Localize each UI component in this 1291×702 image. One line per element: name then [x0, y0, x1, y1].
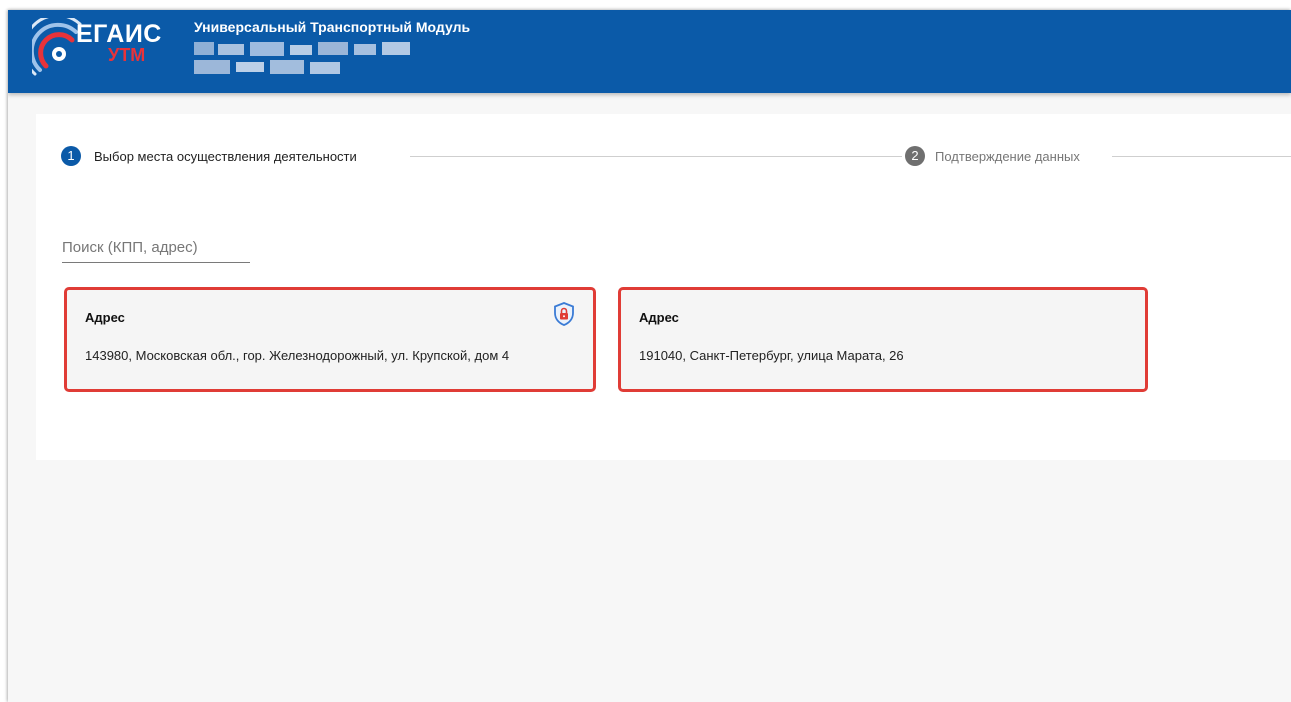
address-card-2[interactable]: Адрес 191040, Санкт-Петербург, улица Мар…	[618, 287, 1148, 392]
step-trailing-line	[1112, 156, 1291, 157]
app-window: ЕГАИС УТМ Универсальный Транспортный Мод…	[8, 10, 1291, 702]
card-address: 191040, Санкт-Петербург, улица Марата, 2…	[639, 348, 904, 363]
card-address: 143980, Московская обл., гор. Железнодор…	[85, 348, 510, 363]
shield-lock-icon[interactable]	[551, 301, 577, 327]
search-input[interactable]	[62, 232, 250, 263]
app-header: ЕГАИС УТМ Универсальный Транспортный Мод…	[8, 10, 1291, 93]
redacted-organization-info	[194, 42, 410, 76]
step-2-number: 2	[905, 146, 925, 166]
app-title: Универсальный Транспортный Модуль	[194, 19, 471, 35]
address-card-1[interactable]: Адрес 143980, Московская обл., гор. Желе…	[64, 287, 596, 392]
step-connector	[410, 156, 902, 157]
logo-utm-text: УТМ	[108, 45, 146, 65]
card-title: Адрес	[85, 310, 125, 325]
stepper: 1 Выбор места осуществления деятельности…	[36, 114, 1291, 194]
step-1-number: 1	[61, 146, 81, 166]
card-title: Адрес	[639, 310, 679, 325]
step-2-label: Подтверждение данных	[935, 149, 1080, 164]
step-1-label: Выбор места осуществления деятельности	[94, 149, 357, 164]
content-panel: 1 Выбор места осуществления деятельности…	[36, 114, 1291, 460]
egais-utm-logo[interactable]: ЕГАИС УТМ	[32, 18, 172, 88]
